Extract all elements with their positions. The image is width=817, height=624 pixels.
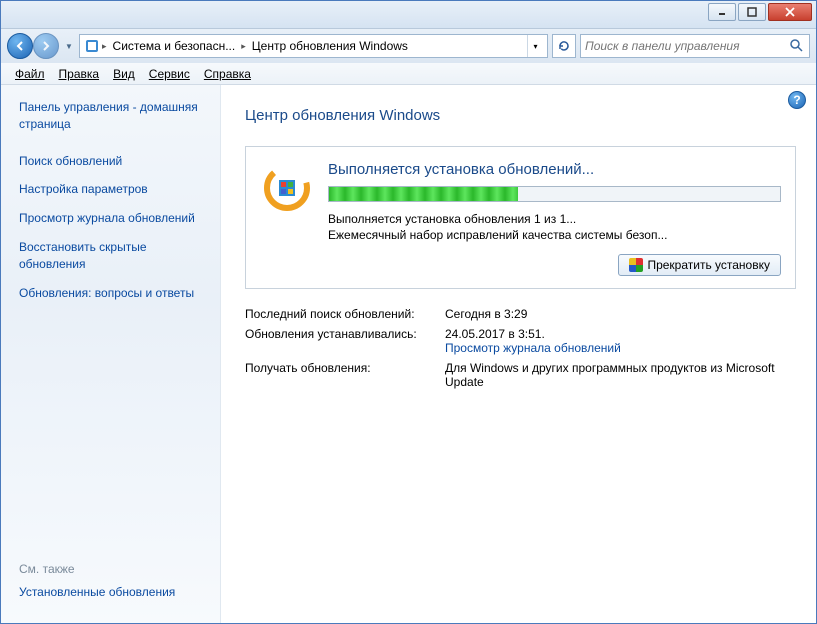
chevron-right-icon: ▸ [239,41,248,52]
last-install-value: 24.05.2017 в 3:51. [445,327,545,341]
breadcrumb-segment-system[interactable]: Система и безопасн... [109,39,240,53]
install-detail-text: Ежемесячный набор исправлений качества с… [328,228,781,242]
main-pane: ? Центр обновления Windows Выполняется у… [221,85,816,623]
close-button[interactable] [768,3,812,21]
nav-back-button[interactable] [7,33,33,59]
content: Панель управления - домашняя страница По… [1,85,816,623]
menu-edit[interactable]: Правка [53,65,106,83]
search-box[interactable] [580,34,810,58]
progress-bar [328,186,781,202]
breadcrumb-dropdown[interactable]: ▾ [527,35,543,57]
menu-tools[interactable]: Сервис [143,65,196,83]
help-icon[interactable]: ? [788,91,806,109]
minimize-button[interactable] [708,3,736,21]
sidebar-restore-hidden[interactable]: Восстановить скрытые обновления [19,239,206,273]
stop-install-button[interactable]: Прекратить установку [618,254,781,276]
window-frame: ▼ ▸ Система и безопасн... ▸ Центр обновл… [0,0,817,624]
receive-value: Для Windows и других программных продукт… [445,361,796,389]
titlebar [1,1,816,29]
sidebar-settings[interactable]: Настройка параметров [19,181,206,198]
sidebar-home[interactable]: Панель управления - домашняя страница [19,99,206,133]
install-title: Выполняется установка обновлений... [328,161,781,178]
windows-update-icon [260,161,314,215]
last-check-value: Сегодня в 3:29 [445,307,796,321]
see-also-label: См. также [19,562,206,576]
sidebar-faq[interactable]: Обновления: вопросы и ответы [19,285,206,302]
last-install-label: Обновления устанавливались: [245,327,445,355]
history-link[interactable]: Просмотр журнала обновлений [445,341,621,355]
menubar: Файл Правка Вид Сервис Справка [1,63,816,85]
install-progress-text: Выполняется установка обновления 1 из 1.… [328,212,781,226]
shield-icon [629,258,643,272]
page-title: Центр обновления Windows [245,107,796,124]
menu-help[interactable]: Справка [198,65,257,83]
control-panel-icon [84,38,100,54]
sidebar-check-updates[interactable]: Поиск обновлений [19,153,206,170]
breadcrumb-segment-update[interactable]: Центр обновления Windows [248,39,412,53]
navbar: ▼ ▸ Система и безопасн... ▸ Центр обновл… [1,29,816,63]
breadcrumb[interactable]: ▸ Система и безопасн... ▸ Центр обновлен… [79,34,548,58]
maximize-button[interactable] [738,3,766,21]
stop-button-label: Прекратить установку [647,258,770,272]
search-icon [789,38,805,55]
last-check-label: Последний поиск обновлений: [245,307,445,321]
refresh-button[interactable] [552,34,576,58]
nav-forward-button[interactable] [33,33,59,59]
info-grid: Последний поиск обновлений: Сегодня в 3:… [245,307,796,389]
update-status-box: Выполняется установка обновлений... Выпо… [245,146,796,289]
sidebar: Панель управления - домашняя страница По… [1,85,221,623]
sidebar-installed-updates[interactable]: Установленные обновления [19,584,206,601]
chevron-right-icon: ▸ [100,41,109,52]
sidebar-history[interactable]: Просмотр журнала обновлений [19,210,206,227]
nav-history-dropdown[interactable]: ▼ [63,42,75,51]
receive-label: Получать обновления: [245,361,445,389]
menu-view[interactable]: Вид [107,65,141,83]
menu-file[interactable]: Файл [9,65,51,83]
search-input[interactable] [585,39,789,53]
